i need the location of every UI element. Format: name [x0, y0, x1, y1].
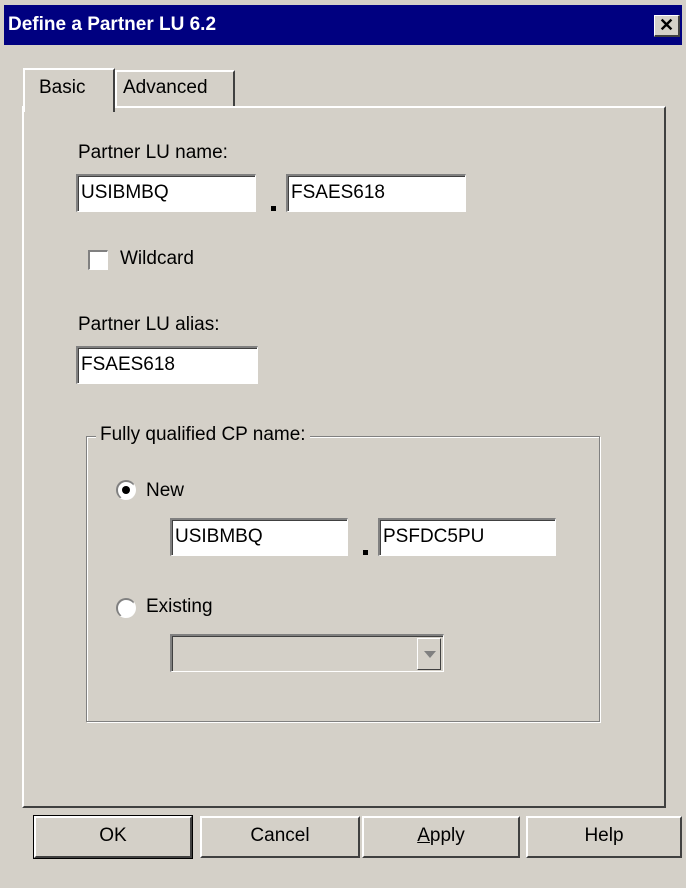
tab-basic-label: Basic	[39, 77, 86, 98]
partner-lu-alias-label: Partner LU alias:	[78, 314, 220, 335]
title-bar[interactable]: Define a Partner LU 6.2 ✕	[4, 5, 682, 45]
new-radio[interactable]	[116, 480, 136, 500]
cp-name-group-label: Fully qualified CP name:	[96, 424, 310, 446]
partner-lu-name-label: Partner LU name:	[78, 142, 228, 163]
cp-network-input[interactable]: USIBMBQ	[170, 518, 348, 556]
cp-separator-dot	[363, 550, 368, 555]
window-title: Define a Partner LU 6.2	[8, 14, 217, 35]
name-separator-dot	[271, 206, 276, 211]
partner-lu-alias-input[interactable]: FSAES618	[76, 346, 258, 384]
radio-selected-dot	[122, 486, 130, 494]
wildcard-label[interactable]: Wildcard	[120, 248, 194, 270]
close-icon: ✕	[658, 15, 675, 35]
existing-radio-label[interactable]: Existing	[146, 596, 213, 618]
partner-lu-name-input[interactable]: FSAES618	[286, 174, 466, 212]
partner-lu-network-input[interactable]: USIBMBQ	[76, 174, 256, 212]
help-button[interactable]: Help	[526, 816, 682, 858]
tab-advanced[interactable]: Advanced	[115, 70, 235, 106]
wildcard-checkbox[interactable]	[88, 250, 108, 270]
cp-name-groupbox	[86, 436, 600, 722]
existing-cp-dropdown[interactable]	[170, 634, 444, 672]
apply-button[interactable]: Apply	[362, 816, 520, 858]
tab-advanced-label: Advanced	[123, 77, 208, 98]
dialog-window: Define a Partner LU 6.2 ✕ Basic Advanced…	[0, 0, 686, 888]
new-radio-label[interactable]: New	[146, 480, 184, 502]
ok-button[interactable]: OK	[33, 815, 193, 859]
cancel-button[interactable]: Cancel	[200, 816, 360, 858]
existing-radio[interactable]	[116, 598, 136, 618]
tab-basic[interactable]: Basic	[23, 68, 115, 112]
chevron-down-icon[interactable]	[417, 638, 441, 670]
close-button[interactable]: ✕	[654, 15, 680, 37]
cp-name-input[interactable]: PSFDC5PU	[378, 518, 556, 556]
